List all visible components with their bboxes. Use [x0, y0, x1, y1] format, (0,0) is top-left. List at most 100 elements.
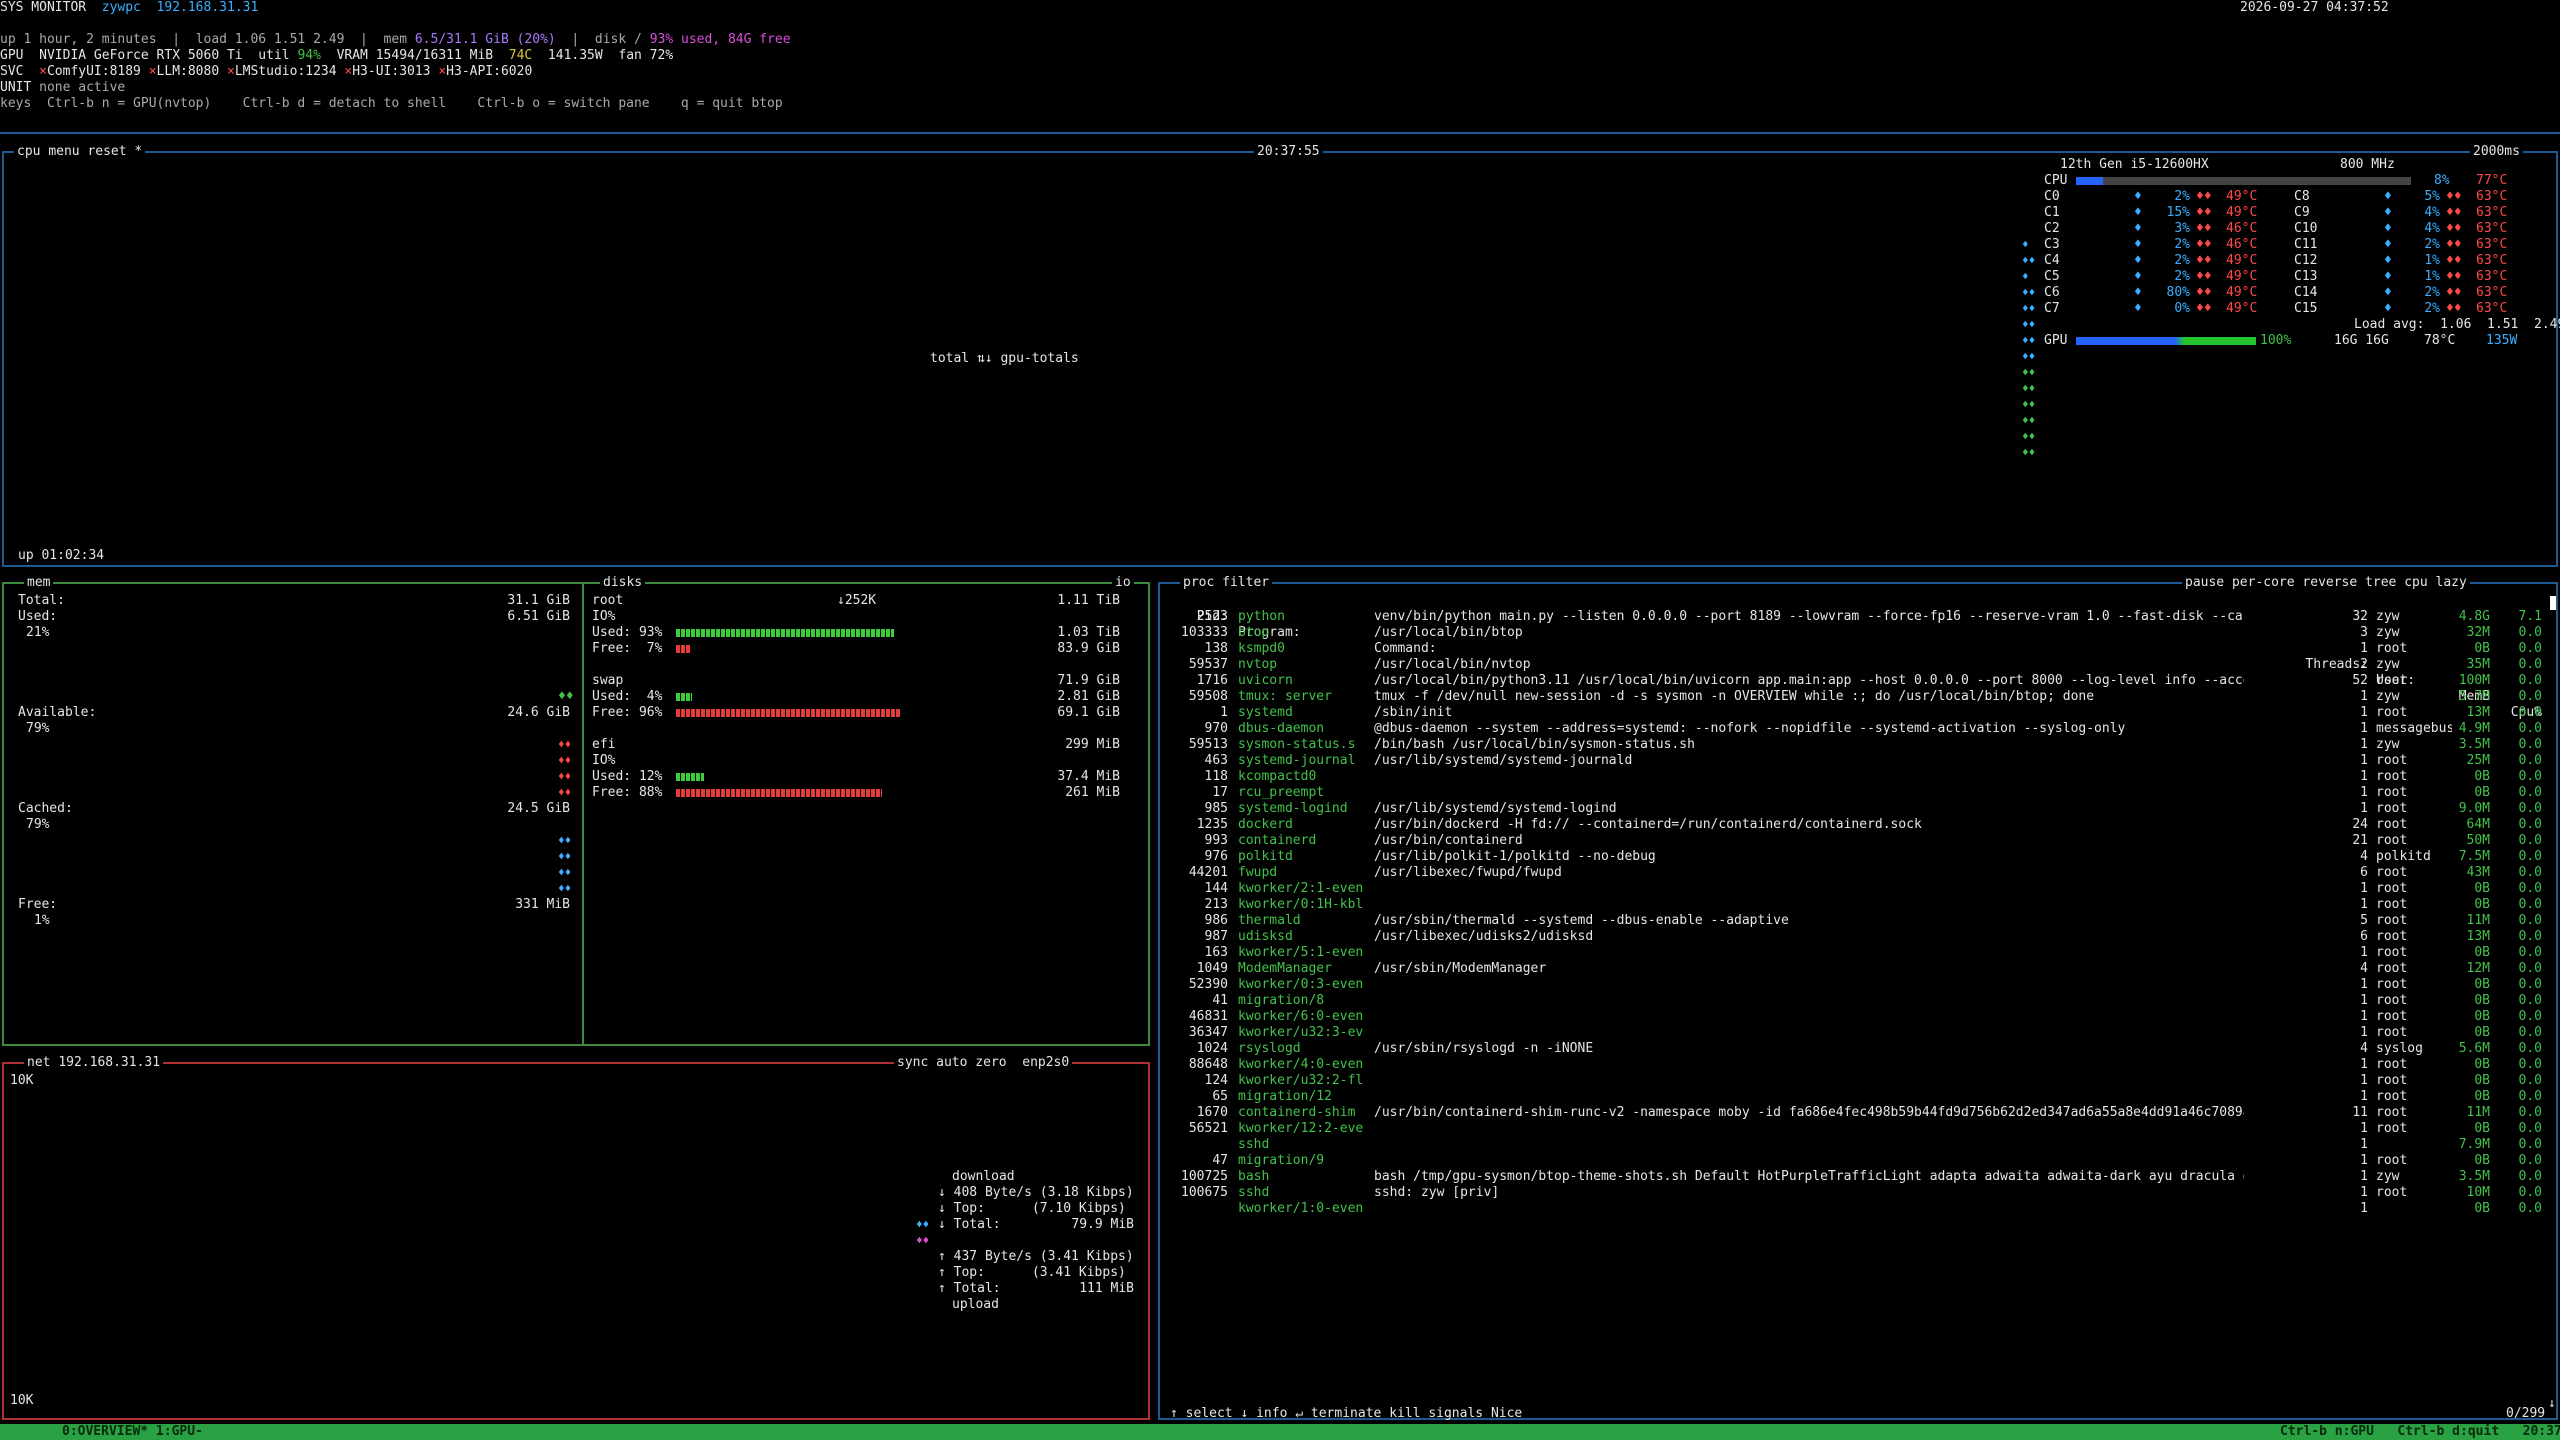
table-row[interactable]: 41 migration/8 1 root 0B 0.0 [1164, 993, 2550, 1009]
table-row[interactable]: 17 rcu_preempt 1 root 0B 0.0 [1164, 785, 2550, 801]
cell-program: migration/9 [1238, 1153, 1325, 1168]
cell-user: root [2376, 865, 2408, 880]
table-row[interactable]: 213 kworker/0:1H-kbl 1 root 0B 0.0 [1164, 897, 2550, 913]
table-row[interactable]: 2523 python venv/bin/python main.py --list… [1164, 609, 2550, 625]
table-row[interactable]: 1024 rsyslogd/usr/sbin/rsyslogd -n -iNONE… [1164, 1041, 2550, 1057]
table-row[interactable]: 44201 fwupd/usr/libexec/fwupd/fwupd 6 root 4… [1164, 865, 2550, 881]
table-row[interactable]: 118 kcompactd0 1 root 0B 0.0 [1164, 769, 2550, 785]
reset-button[interactable]: reset [87, 144, 126, 159]
cell-cpu: 0.0 [2518, 1025, 2542, 1040]
cpu-tab[interactable]: cpu [17, 144, 40, 159]
proc-scroll-down[interactable]: ↓ [2548, 1396, 2556, 1412]
core-temp-glyph: ♦♦ [2446, 301, 2462, 316]
table-row[interactable]: 1716 uvicorn/usr/local/bin/python3.11 /us… [1164, 673, 2550, 689]
table-row[interactable]: 463 systemd-journal/usr/lib/systemd/syste… [1164, 753, 2550, 769]
table-row[interactable]: 100725 bash bash /tmp/gpu-sysmon/btop-them… [1164, 1169, 2550, 1185]
table-row[interactable]: 36347 kworker/u32:3-ev 1 root 0B 0.0 [1164, 1025, 2550, 1041]
graph-mode-label[interactable]: total ⇅↓ gpu-totals [930, 351, 1079, 367]
table-row[interactable]: 59537 nvtop/usr/local/bin/nvtop 2 zyw 35M 0.0 [1164, 657, 2550, 673]
tree-toggle[interactable]: tree [2365, 575, 2396, 590]
table-row[interactable]: 88648 kworker/4:0-even 1 root 0B 0.0 [1164, 1057, 2550, 1073]
dl-total-row: ↓ Total: [938, 1217, 1001, 1232]
core-name: C0 [2044, 189, 2060, 204]
nice-button[interactable]: Nice [1491, 1406, 1522, 1421]
table-row[interactable]: 56521 kworker/12:2-eve 1 root 0B 0.0 [1164, 1121, 2550, 1137]
table-row[interactable]: 1049 ModemManager/usr/sbin/ModemManager 4 r… [1164, 961, 2550, 977]
cell-pid: 1024 [1196, 1041, 1228, 1056]
table-row[interactable]: 144 kworker/2:1-even 1 root 0B 0.0 [1164, 881, 2550, 897]
table-row[interactable]: 970 dbus-daemon @dbus-daemon --system --ad… [1164, 721, 2550, 737]
cell-pid: 1716 [1196, 673, 1228, 688]
io-toggle[interactable]: io [1112, 575, 1134, 591]
disk-root-used-value: 1.03 TiB [1057, 625, 1120, 640]
core-pct: 2% [2424, 237, 2440, 252]
proc-scrollbar-thumb[interactable] [2550, 596, 2556, 610]
process-table: Pid: Program: Command: Threads: User: Me… [1164, 593, 2550, 1377]
cpu-core-row: C13 ♦ 1% ♦♦ 63°C [2294, 269, 2507, 285]
table-row[interactable]: 1235 dockerd/usr/bin/dockerd -H fd:// --c… [1164, 817, 2550, 833]
net-auto-toggle[interactable]: auto [936, 1055, 967, 1070]
table-row[interactable]: 985 systemd-logind/usr/lib/systemd/system… [1164, 801, 2550, 817]
table-row[interactable]: 986 thermald/usr/sbin/thermald --systemd … [1164, 913, 2550, 929]
cell-program: kworker/5:1-even [1238, 945, 1364, 960]
table-row[interactable]: 124 kworker/u32:2-fl 1 root 0B 0.0 [1164, 1073, 2550, 1089]
cpu-core-row: C3 ♦ 2% ♦♦ 46°C [2044, 237, 2257, 253]
net-interface[interactable]: enp2s0 [1022, 1055, 1069, 1070]
table-row[interactable]: 100675 sshd sshd: zyw [priv] 1 root 10M 0.0 [1164, 1185, 2550, 1201]
table-row[interactable]: 1670 containerd-shim/usr/bin/containerd-s… [1164, 1105, 2550, 1121]
cell-mem: 0B [2474, 1089, 2490, 1104]
proc-panel: proc filter pause per-core reverse tree … [1158, 575, 2558, 1421]
proc-filter[interactable]: filter [1222, 575, 1269, 590]
select-button[interactable]: select [1186, 1406, 1233, 1421]
table-row[interactable]: sshd 1 7.9M 0.0 [1164, 1137, 2550, 1153]
net-zero-toggle[interactable]: zero [975, 1055, 1006, 1070]
table-row[interactable]: 163 kworker/5:1-even 1 root 0B 0.0 [1164, 945, 2550, 961]
table-row[interactable]: 103333 btop/usr/local/bin/btop 3 zyw 32M 0.0 [1164, 625, 2550, 641]
header-line-6: keys Ctrl-b n = GPU(nvtop) Ctrl-b d = de… [0, 96, 783, 112]
tmux-windows[interactable]: 0:OVERVIEW* 1:GPU- [62, 1424, 203, 1440]
per-core-toggle[interactable]: per-core [2232, 575, 2295, 590]
cell-pid: 56521 [1188, 1121, 1228, 1136]
upload-total-label: Total: [953, 1281, 1001, 1296]
sort-selector[interactable]: cpu lazy [2404, 575, 2467, 590]
cell-cpu: 0.0 [2518, 993, 2542, 1008]
cell-pid: 987 [1204, 929, 1228, 944]
core-name: C3 [2044, 237, 2060, 252]
table-row[interactable]: 47 migration/9 1 root 0B 0.0 [1164, 1153, 2550, 1169]
kill-button[interactable]: kill [1389, 1406, 1420, 1421]
table-row[interactable]: 52390 kworker/0:3-even 1 root 0B 0.0 [1164, 977, 2550, 993]
menu-button[interactable]: menu [48, 144, 79, 159]
signals-button[interactable]: signals [1428, 1406, 1483, 1421]
net-sync-toggle[interactable]: sync [897, 1055, 928, 1070]
table-row[interactable]: 65 migration/12 1 root 0B 0.0 [1164, 1089, 2550, 1105]
reverse-toggle[interactable]: reverse [2302, 575, 2357, 590]
table-row[interactable]: 59508 tmux: server tmux -f /dev/null new-s… [1164, 689, 2550, 705]
table-row[interactable]: kworker/1:0-even 1 0B 0.0 [1164, 1201, 2550, 1217]
cpu-core-row: C1 ♦ 15% ♦♦ 49°C [2044, 205, 2257, 221]
table-row[interactable]: 138 ksmpd0 1 root 0B 0.0 [1164, 641, 2550, 657]
cell-threads: 6 [2360, 929, 2368, 944]
gpu-label: GPU [2044, 333, 2068, 348]
cpu-uptime: up 01:02:34 [18, 548, 105, 563]
table-row[interactable]: 1 systemd/sbin/init 1 root 13M 0.0 [1164, 705, 2550, 721]
table-row[interactable]: 987 udisksd/usr/libexec/udisks2/udisksd 6 r… [1164, 929, 2550, 945]
cell-mem: 13M [2466, 929, 2490, 944]
table-row[interactable]: 59513 sysmon-status.s/bin/bash /usr/local… [1164, 737, 2550, 753]
cell-mem: 0B [2474, 881, 2490, 896]
disks-panel-title[interactable]: disks [600, 575, 646, 591]
terminate-button[interactable]: terminate [1311, 1406, 1381, 1421]
table-row[interactable]: 993 containerd/usr/bin/containerd 21 root 50… [1164, 833, 2550, 849]
net-tab[interactable]: net [27, 1055, 50, 1070]
info-button[interactable]: info [1256, 1406, 1287, 1421]
mem-panel-title[interactable]: mem [24, 575, 54, 591]
cell-user: zyw [2376, 657, 2400, 672]
proc-tab[interactable]: proc [1183, 575, 1214, 590]
cell-cpu: 0.0 [2518, 1009, 2542, 1024]
table-row[interactable]: 976 polkitd/usr/lib/polkit-1/polkitd --no… [1164, 849, 2550, 865]
cell-program: fwupd [1238, 865, 1278, 880]
cell-user: root [2376, 785, 2408, 800]
pause-toggle[interactable]: pause [2185, 575, 2224, 590]
status-header: SYS MONITOR zywpc 192.168.31.31 2026-09-… [0, 0, 2560, 132]
cell-pid: 44201 [1188, 865, 1228, 880]
table-row[interactable]: 46831 kworker/6:0-even 1 root 0B 0.0 [1164, 1009, 2550, 1025]
